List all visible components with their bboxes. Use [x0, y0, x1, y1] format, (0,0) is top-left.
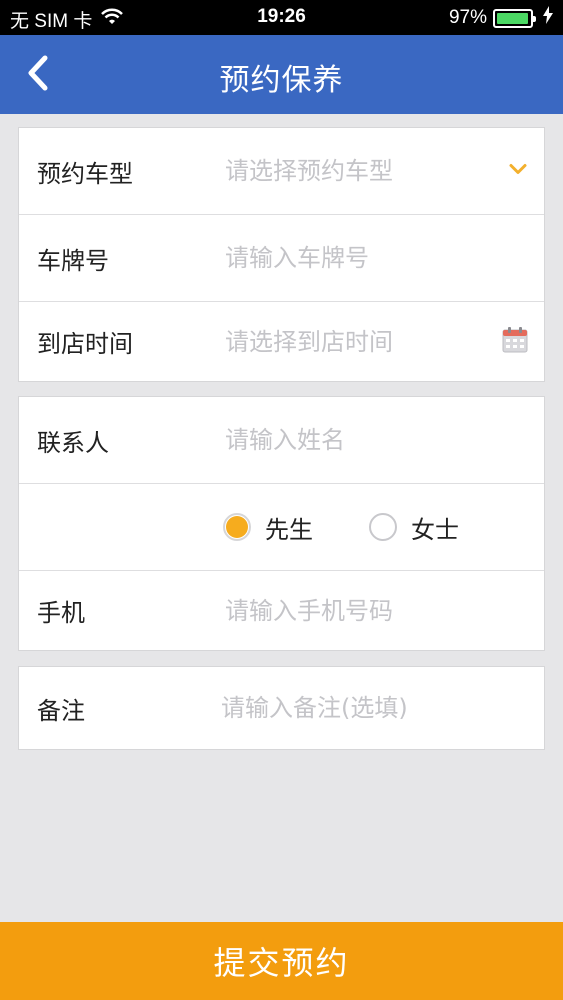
- page-title: 预约保养: [219, 63, 344, 98]
- battery-fill: [497, 12, 529, 24]
- battery-icon: [493, 8, 536, 28]
- status-bar: 无 SIM 卡 19:26 97%: [0, 0, 563, 35]
- name-input[interactable]: [225, 426, 494, 454]
- gender-option-mr[interactable]: 先生: [223, 510, 313, 545]
- battery-percent: 97%: [448, 7, 487, 28]
- remark-input[interactable]: [221, 694, 494, 722]
- radio-unchecked-icon[interactable]: [369, 513, 397, 541]
- time-label: 到店时间: [37, 330, 133, 358]
- gender-option-ms[interactable]: 女士: [369, 510, 459, 545]
- contact-card: 联系人 先生 女士 手机: [18, 396, 545, 651]
- remark-label: 备注: [37, 696, 85, 725]
- calendar-icon[interactable]: [502, 326, 528, 357]
- status-right: 97%: [449, 6, 553, 30]
- gender-option-ms-label: 女士: [411, 515, 459, 544]
- time-row[interactable]: 到店时间: [19, 302, 544, 381]
- gender-row: 先生 女士: [19, 484, 544, 571]
- phone-input[interactable]: [225, 596, 494, 625]
- radio-checked-icon[interactable]: [223, 513, 251, 541]
- plate-label: 车牌号: [37, 246, 109, 275]
- plate-input[interactable]: [225, 244, 494, 272]
- gender-option-mr-label: 先生: [265, 515, 313, 544]
- name-row: 联系人: [19, 397, 544, 484]
- name-label: 联系人: [37, 428, 109, 457]
- submit-button[interactable]: 提交预约: [0, 922, 563, 1000]
- model-select[interactable]: [225, 157, 494, 185]
- phone-label: 手机: [37, 599, 85, 627]
- model-label: 预约车型: [37, 159, 133, 188]
- vehicle-card: 预约车型 车牌号 到店时间: [18, 127, 545, 382]
- plate-row: 车牌号: [19, 215, 544, 302]
- phone-row: 手机: [19, 571, 544, 650]
- remark-row: 备注: [19, 667, 544, 749]
- gender-radio-group: 先生 女士: [223, 510, 459, 545]
- chevron-down-icon[interactable]: [508, 162, 528, 181]
- time-select[interactable]: [225, 327, 494, 356]
- remark-card: 备注: [18, 666, 545, 750]
- bolt-icon: [543, 6, 553, 30]
- model-row[interactable]: 预约车型: [19, 128, 544, 215]
- nav-bar: 预约保养: [0, 35, 563, 114]
